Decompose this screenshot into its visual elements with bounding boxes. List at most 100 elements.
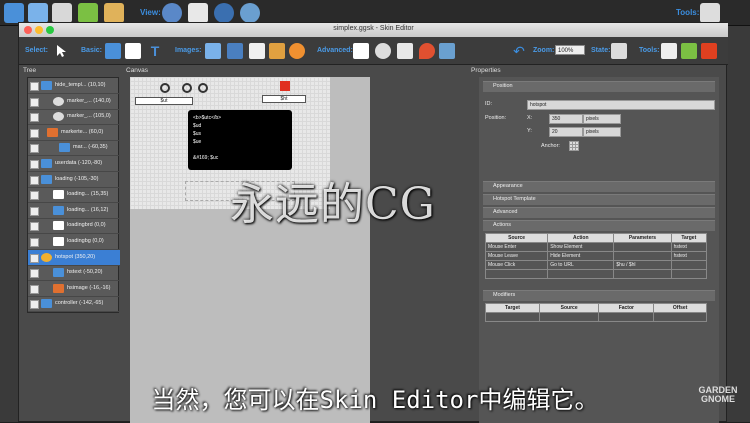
marker-circle-3[interactable]	[198, 83, 208, 93]
column-header[interactable]: Target	[485, 303, 540, 313]
tree-visibility-checkbox[interactable]	[30, 269, 39, 279]
tree-visibility-checkbox[interactable]	[30, 97, 39, 107]
state-icon[interactable]	[611, 43, 627, 59]
textbox-line: <b>$utc</b>	[193, 115, 222, 121]
modifiers-section-header[interactable]: Modifiers	[483, 290, 715, 301]
toolbar-icon-1[interactable]	[4, 3, 24, 23]
scrollarea-tool-icon[interactable]	[353, 43, 369, 59]
tree-visibility-checkbox[interactable]	[30, 284, 39, 294]
tree-visibility-checkbox[interactable]	[30, 175, 39, 185]
tree-item[interactable]: marker_... (140,0)	[28, 94, 120, 110]
column-header[interactable]: Factor	[598, 303, 655, 313]
x-input[interactable]: 350	[549, 114, 583, 124]
tree-item[interactable]: hsimage (-16,-16)	[28, 281, 120, 297]
location-tool-icon[interactable]	[419, 43, 435, 59]
tree-visibility-checkbox[interactable]	[30, 222, 39, 232]
column-header[interactable]: Target	[670, 233, 708, 243]
tree-item[interactable]: loading... (15,35)	[28, 187, 120, 204]
actions-section-header[interactable]: Actions	[483, 220, 715, 231]
tree-visibility-checkbox[interactable]	[30, 128, 39, 138]
marker-circle-2[interactable]	[182, 83, 192, 93]
tree-visibility-checkbox[interactable]	[30, 113, 39, 123]
tree-item[interactable]: hotspot (350,20)	[28, 249, 120, 266]
table-row[interactable]	[484, 269, 708, 279]
tree-item[interactable]: marker_... (105,0)	[28, 109, 120, 126]
column-header[interactable]: Action	[547, 233, 615, 243]
folder-tool-icon[interactable]	[105, 43, 121, 59]
y-unit-select[interactable]: pixels	[583, 127, 621, 137]
ht-label-box[interactable]: $ht	[262, 95, 306, 103]
tree-item[interactable]: mar... (-60,35)	[28, 140, 120, 157]
hotspot-template-section-header[interactable]: Hotspot Template	[483, 194, 715, 205]
notes-icon[interactable]	[188, 3, 208, 23]
x-unit-select[interactable]: pixels	[583, 114, 621, 124]
compass-tool-icon[interactable]	[289, 43, 305, 59]
tree-item[interactable]: loadingbg (0,0)	[28, 234, 120, 250]
image-tool-icon[interactable]	[205, 43, 221, 59]
zoom-select[interactable]: 100%	[555, 45, 585, 55]
column-header[interactable]: Source	[484, 233, 549, 243]
clock-icon[interactable]	[214, 3, 234, 23]
tree-item[interactable]: controller (-142,-65)	[28, 296, 120, 313]
binoculars-icon[interactable]	[162, 3, 182, 23]
button-image-tool-icon[interactable]	[227, 43, 243, 59]
tree-visibility-checkbox[interactable]	[30, 206, 39, 216]
advanced-section-header[interactable]: Advanced	[483, 207, 715, 218]
y-input[interactable]: 20	[549, 127, 583, 137]
map-tool-icon[interactable]	[439, 43, 455, 59]
actions-table[interactable]: Source Action Parameters Target Mouse Enter S…	[484, 233, 708, 279]
vector-tool-icon[interactable]	[269, 43, 285, 59]
column-header[interactable]: Offset	[653, 303, 707, 313]
appearance-section-header[interactable]: Appearance	[483, 181, 715, 192]
tree-item[interactable]: hstext (-50,20)	[28, 265, 120, 282]
toolbar-icon-4[interactable]	[78, 3, 98, 23]
modifiers-table[interactable]: Target Source Factor Offset	[485, 303, 707, 322]
toolbar-icon-3[interactable]	[52, 3, 72, 23]
svg-tool-icon[interactable]	[249, 43, 265, 59]
info-textbox[interactable]: <b>$utc</b> $ud $us $ue &#169; $uc	[188, 110, 292, 170]
toolbar-icon-2[interactable]	[28, 3, 48, 23]
tree-visibility-checkbox[interactable]	[30, 191, 39, 201]
tree-item[interactable]: loading (-105,-30)	[28, 172, 120, 188]
eye-icon[interactable]	[240, 3, 260, 23]
tree-visibility-checkbox[interactable]	[30, 300, 39, 310]
table-row[interactable]	[485, 312, 707, 322]
map-pin-tool-icon[interactable]	[375, 43, 391, 59]
tree-visibility-checkbox[interactable]	[30, 82, 39, 91]
hotspot-marker-icon[interactable]	[280, 81, 290, 91]
tool-icon-2[interactable]	[681, 43, 697, 59]
text-tool-icon[interactable]: T	[147, 43, 163, 59]
marker-circle-1[interactable]	[160, 83, 170, 93]
table-row[interactable]: Mouse Leave Hide Element hstext	[484, 251, 708, 261]
id-input[interactable]: hotspot	[527, 100, 715, 110]
table-row[interactable]: Mouse Click Go to URL $hu / $hl	[484, 260, 708, 270]
tree-item[interactable]: hide_templ... (10,10)	[28, 78, 120, 94]
tool-icon-1[interactable]	[661, 43, 677, 59]
text-icon	[53, 268, 64, 278]
tree-item[interactable]: loadingbrd (0,0)	[28, 218, 120, 235]
anchor-grid[interactable]	[569, 141, 579, 151]
tree-visibility-checkbox[interactable]	[30, 253, 39, 263]
tree-panel-header: Tree	[23, 67, 37, 74]
tree-visibility-checkbox[interactable]	[30, 160, 39, 169]
tree-item[interactable]: userdata (-120,-80)	[28, 156, 120, 172]
table-row[interactable]: Mouse Enter Show Element hstext	[484, 242, 708, 252]
position-section-header[interactable]: Position	[483, 81, 715, 92]
column-header[interactable]: Source	[538, 303, 600, 313]
fire-icon[interactable]	[701, 43, 717, 59]
tree-item[interactable]: loading... (16,12)	[28, 203, 120, 219]
id-label: ID:	[485, 101, 493, 107]
tree-item-label: loading (-105,-30)	[55, 175, 99, 182]
pointer-tool-icon[interactable]	[53, 43, 69, 59]
settings-icon[interactable]	[700, 3, 720, 23]
tree-visibility-checkbox[interactable]	[30, 238, 39, 247]
undo-icon[interactable]: ↶	[511, 43, 527, 59]
editor-toolbar: Select: Basic: T Images: Advanced: ↶ Zoo…	[19, 37, 728, 65]
ut-label-box[interactable]: $ut	[135, 97, 193, 105]
tree-visibility-checkbox[interactable]	[30, 144, 39, 154]
rectangle-tool-icon[interactable]	[125, 43, 141, 59]
column-header[interactable]: Parameters	[613, 233, 672, 243]
tree-item[interactable]: markerte... (60,0)	[28, 125, 120, 141]
toolbar-icon-5[interactable]	[104, 3, 124, 23]
cloner-tool-icon[interactable]	[397, 43, 413, 59]
